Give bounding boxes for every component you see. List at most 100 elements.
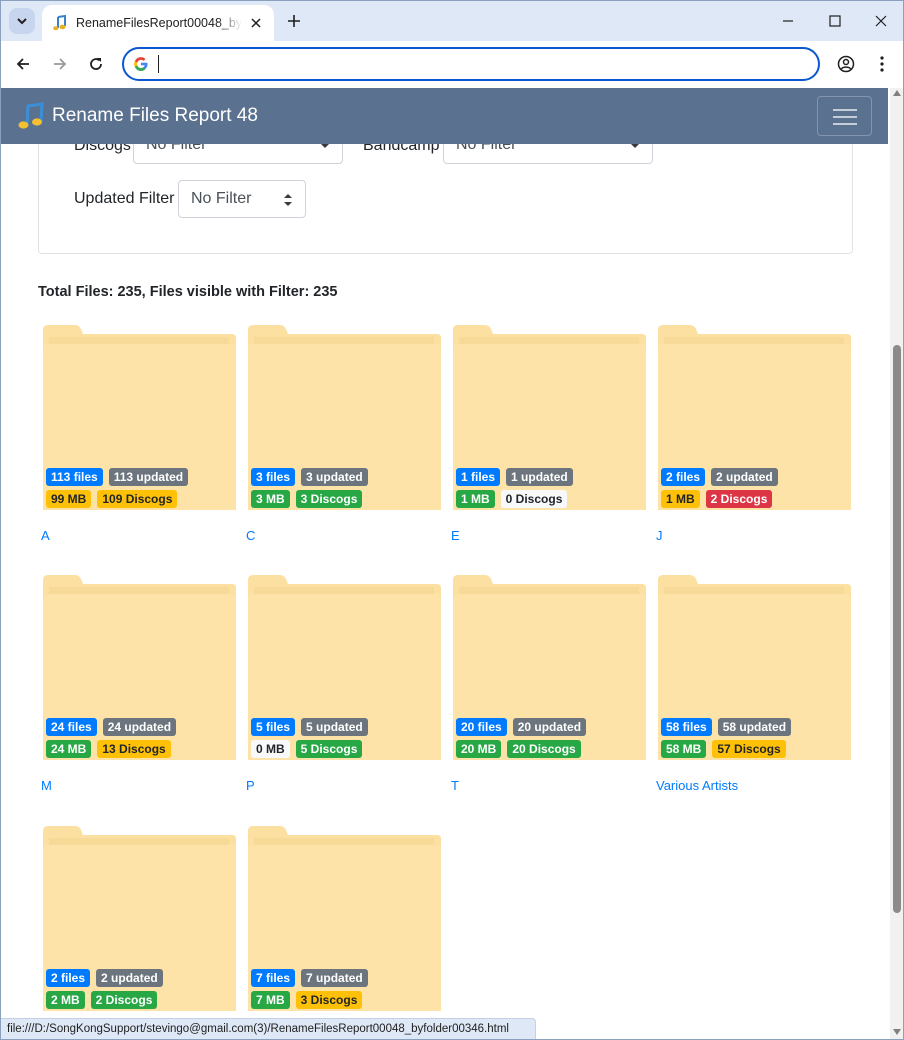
size-badge: 2 MB xyxy=(46,991,85,1009)
arrow-right-icon xyxy=(54,58,67,70)
badge-row-top: 7 files 7 updated xyxy=(251,969,368,987)
updated-filter-select[interactable]: No Filter xyxy=(178,180,306,218)
size-badge: 1 MB xyxy=(661,490,700,508)
badge-row-top: 5 files 5 updated xyxy=(251,718,368,736)
folder-card[interactable]: 113 files 113 updated 99 MB 109 Discogs A xyxy=(41,324,237,554)
folder-link[interactable]: M xyxy=(41,778,52,793)
folder-card[interactable]: 7 files 7 updated 7 MB 3 Discogs xyxy=(246,825,442,1039)
folder-card[interactable]: 5 files 5 updated 0 MB 5 Discogs P xyxy=(246,574,442,804)
badge-row-bottom: 0 MB 5 Discogs xyxy=(251,740,363,758)
files-count-badge: 5 files xyxy=(251,718,296,736)
updated-count-badge: 1 updated xyxy=(506,468,573,486)
updated-count-badge: 7 updated xyxy=(301,969,368,987)
size-badge: 20 MB xyxy=(456,740,502,758)
back-button[interactable] xyxy=(10,51,36,77)
updated-filter-label: Updated Filter xyxy=(74,190,175,207)
discogs-count-badge: 109 Discogs xyxy=(97,490,178,508)
folder-link[interactable]: T xyxy=(451,778,459,793)
folder-card[interactable]: 24 files 24 updated 24 MB 13 Discogs M xyxy=(41,574,237,804)
folder-link[interactable]: A xyxy=(41,528,50,543)
badge-row-top: 2 files 2 updated xyxy=(661,468,778,486)
kebab-menu-icon xyxy=(880,56,884,72)
discogs-count-badge: 5 Discogs xyxy=(295,740,363,758)
folder-link[interactable]: E xyxy=(451,528,460,543)
address-input[interactable] xyxy=(161,54,761,74)
google-g-icon xyxy=(134,57,148,71)
updated-count-badge: 24 updated xyxy=(102,718,177,736)
folder-card[interactable]: 2 files 2 updated 1 MB 2 Discogs J xyxy=(656,324,852,554)
size-badge: 1 MB xyxy=(456,490,495,508)
chevron-down-icon xyxy=(17,18,27,25)
badge-row-top: 58 files 58 updated xyxy=(661,718,792,736)
profile-button[interactable] xyxy=(833,51,859,77)
badge-row-bottom: 3 MB 3 Discogs xyxy=(251,490,363,508)
files-count-badge: 24 files xyxy=(46,718,97,736)
files-count-badge: 3 files xyxy=(251,468,296,486)
discogs-count-badge: 3 Discogs xyxy=(295,490,363,508)
badge-row-bottom: 24 MB 13 Discogs xyxy=(46,740,171,758)
folder-link[interactable]: C xyxy=(246,528,255,543)
size-badge: 3 MB xyxy=(251,490,290,508)
close-icon xyxy=(875,15,887,27)
discogs-count-badge: 13 Discogs xyxy=(97,740,171,758)
maximize-button[interactable] xyxy=(812,1,858,41)
files-count-badge: 2 files xyxy=(46,969,91,987)
updated-count-badge: 2 updated xyxy=(711,468,778,486)
discogs-count-badge: 2 Discogs xyxy=(705,490,773,508)
total-files-summary: Total Files: 235, Files visible with Fil… xyxy=(38,284,338,300)
folder-link[interactable]: P xyxy=(246,778,255,793)
folder-card[interactable]: 2 files 2 updated 2 MB 2 Discogs xyxy=(41,825,237,1039)
scroll-down-arrow-icon[interactable] xyxy=(893,1029,901,1035)
hamburger-icon xyxy=(833,109,857,111)
close-tab-icon[interactable] xyxy=(248,15,264,31)
discogs-count-badge: 2 Discogs xyxy=(90,991,158,1009)
tab-search-button[interactable] xyxy=(9,8,35,34)
address-bar[interactable] xyxy=(122,47,820,81)
new-tab-button[interactable] xyxy=(283,10,305,32)
folder-card[interactable]: 58 files 58 updated 58 MB 57 Discogs Various… xyxy=(656,574,852,804)
hamburger-icon-bar xyxy=(833,116,857,118)
scroll-up-arrow-icon[interactable] xyxy=(893,90,901,96)
size-badge: 99 MB xyxy=(46,490,92,508)
badge-row-bottom: 2 MB 2 Discogs xyxy=(46,991,158,1009)
tab-strip: RenameFilesReport00048_byfolder00346.htm… xyxy=(1,1,903,41)
reload-icon xyxy=(90,58,102,70)
browser-menu-button[interactable] xyxy=(869,51,895,77)
profile-icon xyxy=(837,55,855,73)
songkong-logo-icon xyxy=(18,102,44,129)
files-count-badge: 20 files xyxy=(456,718,507,736)
size-badge: 58 MB xyxy=(661,740,707,758)
updated-filter-value: No Filter xyxy=(191,190,252,207)
size-badge: 24 MB xyxy=(46,740,92,758)
hamburger-icon-bar xyxy=(833,123,857,125)
folder-card[interactable]: 3 files 3 updated 3 MB 3 Discogs C xyxy=(246,324,442,554)
scrollbar-thumb[interactable] xyxy=(893,345,901,913)
updated-count-badge: 2 updated xyxy=(96,969,163,987)
discogs-count-badge: 20 Discogs xyxy=(507,740,581,758)
updated-count-badge: 20 updated xyxy=(512,718,587,736)
files-count-badge: 58 files xyxy=(661,718,712,736)
browser-tab[interactable]: RenameFilesReport00048_byfolder00346.htm… xyxy=(42,5,274,41)
folder-link[interactable]: J xyxy=(656,528,663,543)
page-viewport: Rename Files Report 48 Discogs No Filter… xyxy=(1,88,890,1039)
badge-row-top: 113 files 113 updated xyxy=(46,468,189,486)
files-count-badge: 113 files xyxy=(46,468,103,486)
link-status-bubble: file:///D:/SongKongSupport/stevingo@gmai… xyxy=(1,1018,536,1039)
reload-button[interactable] xyxy=(83,51,109,77)
forward-button[interactable] xyxy=(47,51,73,77)
browser-window: RenameFilesReport00048_byfolder00346.htm… xyxy=(0,0,904,1040)
navbar-toggler-button[interactable] xyxy=(817,96,872,136)
folder-link[interactable]: Various Artists xyxy=(656,778,738,793)
close-window-button[interactable] xyxy=(858,1,903,41)
folder-card[interactable]: 20 files 20 updated 20 MB 20 Discogs T xyxy=(451,574,647,804)
discogs-count-badge: 3 Discogs xyxy=(295,991,363,1009)
folder-card[interactable]: 1 files 1 updated 1 MB 0 Discogs E xyxy=(451,324,647,554)
badge-row-top: 2 files 2 updated xyxy=(46,969,163,987)
size-badge: 0 MB xyxy=(251,740,290,758)
updated-count-badge: 113 updated xyxy=(108,468,189,486)
badge-row-bottom: 7 MB 3 Discogs xyxy=(251,991,363,1009)
minimize-button[interactable] xyxy=(765,1,811,41)
brand-title[interactable]: Rename Files Report 48 xyxy=(52,105,258,127)
vertical-scrollbar[interactable] xyxy=(890,88,903,1039)
text-cursor xyxy=(158,55,159,73)
